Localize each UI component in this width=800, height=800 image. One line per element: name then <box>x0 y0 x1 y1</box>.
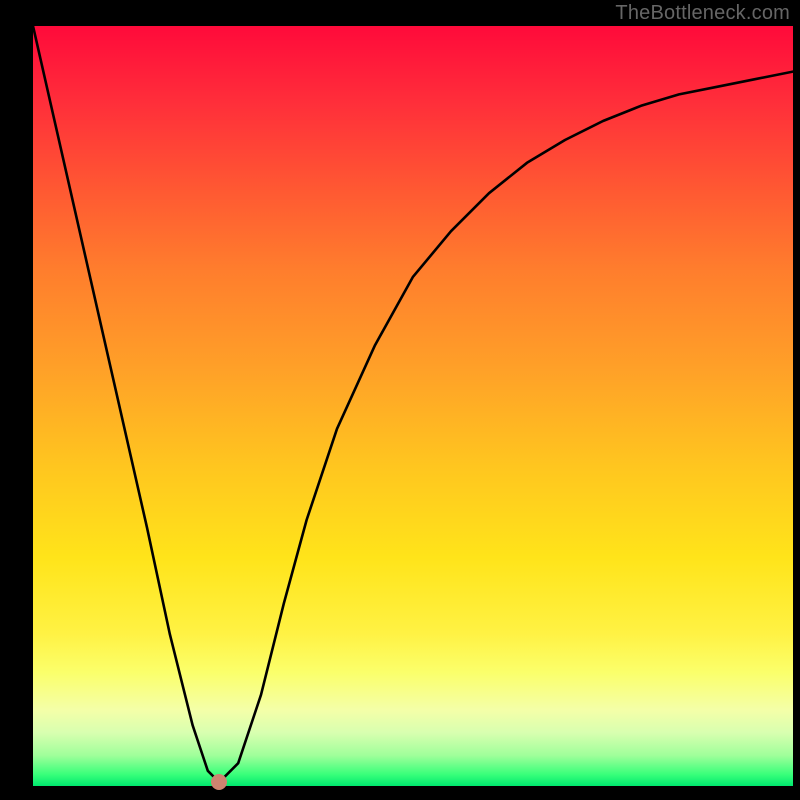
watermark-label: TheBottleneck.com <box>615 2 790 25</box>
bottleneck-curve <box>33 26 793 786</box>
curve-path <box>33 26 793 778</box>
plot-area <box>33 26 793 786</box>
chart-stage: TheBottleneck.com <box>0 0 800 800</box>
optimal-point-marker <box>211 774 227 790</box>
